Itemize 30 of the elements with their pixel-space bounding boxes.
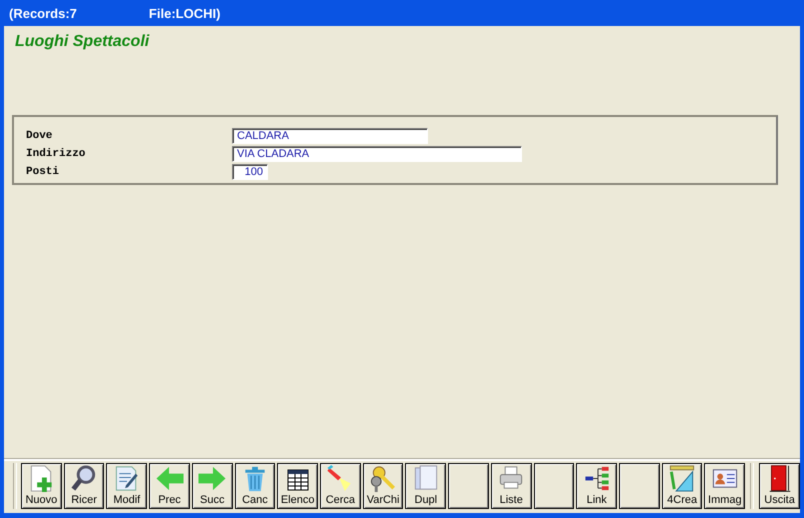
toolbar-button[interactable]: Dupl xyxy=(405,463,446,509)
toolbar-button[interactable]: Link xyxy=(576,463,618,509)
left-arrow-icon xyxy=(154,464,186,493)
input-field[interactable]: CALDARA xyxy=(232,128,428,144)
field-label: Indirizzo xyxy=(26,148,86,160)
window-title: File:LOCHI) xyxy=(148,6,220,20)
toolbar-button[interactable]: Ricer xyxy=(64,463,104,509)
field-label: Dove xyxy=(26,130,54,142)
input-field[interactable]: VIA CLADARA xyxy=(232,146,522,162)
window-title: (Records:7 xyxy=(9,6,77,20)
table-icon xyxy=(284,467,311,493)
input-field[interactable]: 100 xyxy=(232,164,268,180)
toolbar-button[interactable]: Immag xyxy=(704,463,746,509)
toolbar-button[interactable]: 4Crea xyxy=(662,463,702,509)
exit-button[interactable]: Uscita xyxy=(759,463,800,509)
toolbar-button[interactable]: Succ xyxy=(192,463,233,509)
toolbar-button[interactable]: VarChi xyxy=(362,463,404,509)
empty-button[interactable] xyxy=(534,463,574,509)
empty-button[interactable] xyxy=(619,463,660,509)
toolbar-button[interactable]: Nuovo xyxy=(20,463,62,509)
right-arrow-icon xyxy=(196,464,228,493)
empty-button[interactable] xyxy=(448,463,489,509)
toolbar-button[interactable]: Modif xyxy=(106,463,148,509)
toolbar-button[interactable]: Prec xyxy=(149,463,190,509)
form-heading: Luoghi Spettacoli xyxy=(15,33,150,51)
toolbar-button[interactable]: Liste xyxy=(490,463,532,509)
toolbar-button[interactable]: Cerca xyxy=(320,463,361,509)
toolbar-button[interactable]: Canc xyxy=(234,463,276,509)
field-label: Posti xyxy=(26,166,60,178)
toolbar-button[interactable]: Elenco xyxy=(277,463,318,509)
